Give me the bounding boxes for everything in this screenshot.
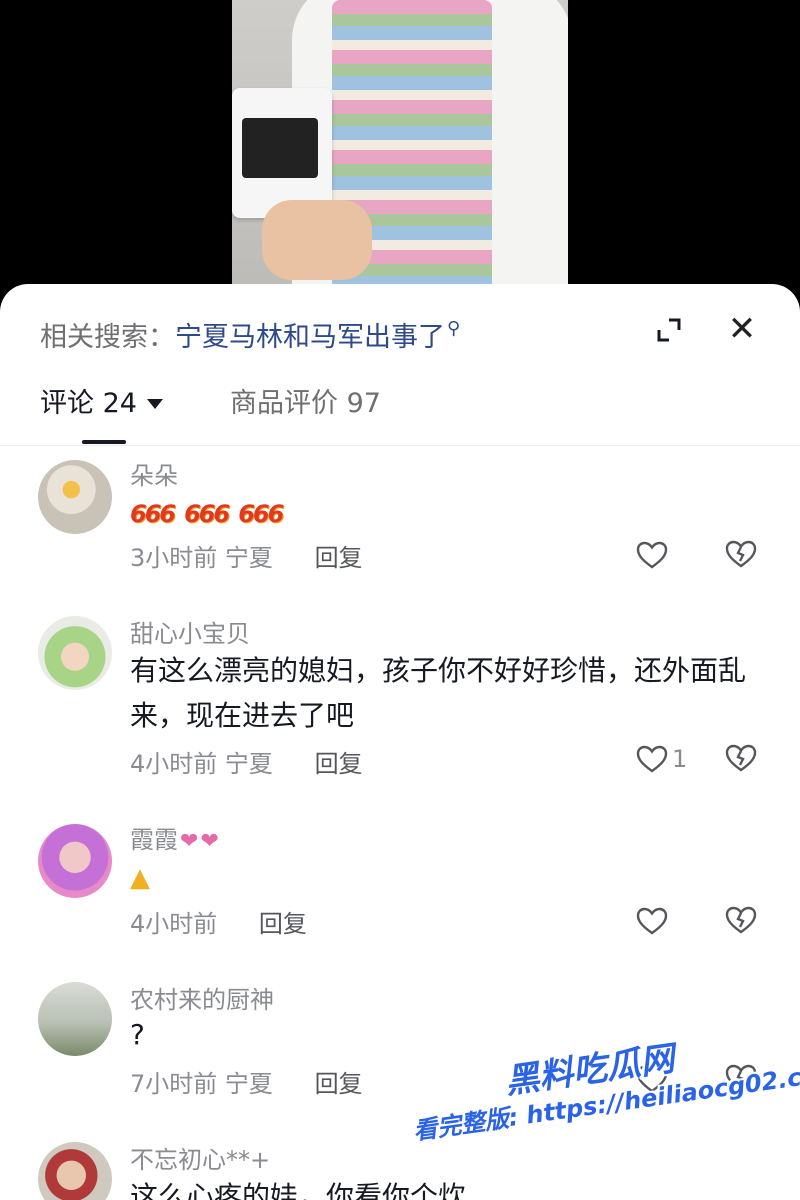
heart-icon	[636, 1065, 668, 1093]
like-count: 1	[672, 745, 688, 773]
comment-author[interactable]: 朵朵	[130, 456, 178, 491]
tab-bar: 评论 24 商品评价 97	[0, 384, 800, 446]
comment-text: 这么心疼的娃，你看你个炊	[130, 1180, 467, 1200]
comment-meta: 3小时前 宁夏 回复	[130, 538, 363, 573]
dislike-button[interactable]	[724, 538, 758, 570]
comment-meta: 7小时前 宁夏 回复	[130, 1064, 363, 1099]
avatar[interactable]	[38, 616, 112, 690]
like-button[interactable]	[636, 1062, 696, 1096]
avatar[interactable]	[38, 982, 112, 1056]
reply-button[interactable]: 回复	[259, 910, 307, 938]
dislike-button[interactable]	[724, 742, 758, 774]
avatar[interactable]	[38, 1142, 112, 1200]
search-icon: ⚲	[447, 317, 461, 339]
related-search[interactable]: 相关搜索： 宁夏马林和马军出事了 ⚲	[40, 314, 460, 354]
expand-icon[interactable]	[655, 316, 683, 344]
emoji-666-icon: 666	[238, 500, 284, 528]
emoji-666-icon: 666	[184, 500, 230, 528]
broken-heart-icon	[725, 744, 757, 772]
comment-time: 4小时前	[130, 750, 218, 778]
comment-time: 4小时前	[130, 910, 218, 938]
comment-time: 3小时前	[130, 544, 218, 572]
heart-icon	[636, 907, 668, 935]
like-button[interactable]	[636, 538, 696, 572]
comment-meta: 4小时前 宁夏 回复	[130, 744, 363, 779]
tab-reviews-label: 商品评价 97	[230, 388, 381, 419]
broken-heart-icon	[725, 540, 757, 568]
comment-author[interactable]: 农村来的厨神	[130, 980, 274, 1015]
comment-location: 宁夏	[224, 544, 273, 572]
thumbs-up-icon: ▲	[130, 863, 150, 893]
avatar[interactable]	[38, 460, 112, 534]
comments-sheet: 相关搜索： 宁夏马林和马军出事了 ⚲ ✕ 评论 24 商品评价 97 朵朵 66…	[0, 284, 800, 1200]
dislike-button[interactable]	[724, 904, 758, 936]
tab-comments-label: 评论 24	[40, 388, 137, 419]
reply-button[interactable]: 回复	[315, 750, 363, 778]
comment-location: 宁夏	[224, 1070, 273, 1098]
comment-author[interactable]: 霞霞❤❤	[130, 820, 219, 855]
tab-active-indicator	[82, 440, 126, 444]
related-search-term[interactable]: 宁夏马林和马军出事了	[175, 315, 445, 354]
close-icon[interactable]: ✕	[725, 312, 759, 346]
comment-meta: 4小时前 回复	[130, 904, 307, 939]
dislike-button[interactable]	[724, 1062, 758, 1094]
sparkling-heart-icon: ❤	[200, 829, 219, 854]
reply-button[interactable]: 回复	[315, 1070, 363, 1098]
like-button[interactable]: 1	[636, 742, 696, 776]
comment-text: ▲	[130, 854, 770, 901]
comment-author[interactable]: 甜心小宝贝	[130, 614, 250, 649]
couple-heart-icon: ❤	[180, 829, 199, 854]
comment-author[interactable]: 不忘初心**+	[130, 1140, 270, 1175]
broken-heart-icon	[725, 1064, 757, 1092]
caret-down-icon[interactable]	[146, 399, 163, 409]
reply-button[interactable]: 回复	[315, 544, 363, 572]
video-frame	[232, 0, 568, 300]
like-button[interactable]	[636, 904, 696, 938]
tab-comments[interactable]: 评论 24	[40, 384, 163, 424]
broken-heart-icon	[725, 906, 757, 934]
comment-author-name: 霞霞	[130, 826, 178, 854]
comment-text: 有这么漂亮的媳妇，孩子你不好好珍惜，还外面乱来，现在进去了吧	[130, 654, 747, 732]
comment-time: 7小时前	[130, 1070, 218, 1098]
heart-icon	[636, 541, 668, 569]
comment-text: 666 666 666	[130, 490, 770, 537]
emoji-666-icon: 666	[130, 500, 176, 528]
related-search-label: 相关搜索：	[40, 321, 175, 353]
comment-text: ?	[130, 1018, 145, 1051]
avatar[interactable]	[38, 824, 112, 898]
comment-location: 宁夏	[224, 750, 273, 778]
video-player[interactable]	[0, 0, 800, 300]
heart-icon	[636, 745, 668, 773]
tab-reviews[interactable]: 商品评价 97	[230, 384, 381, 424]
